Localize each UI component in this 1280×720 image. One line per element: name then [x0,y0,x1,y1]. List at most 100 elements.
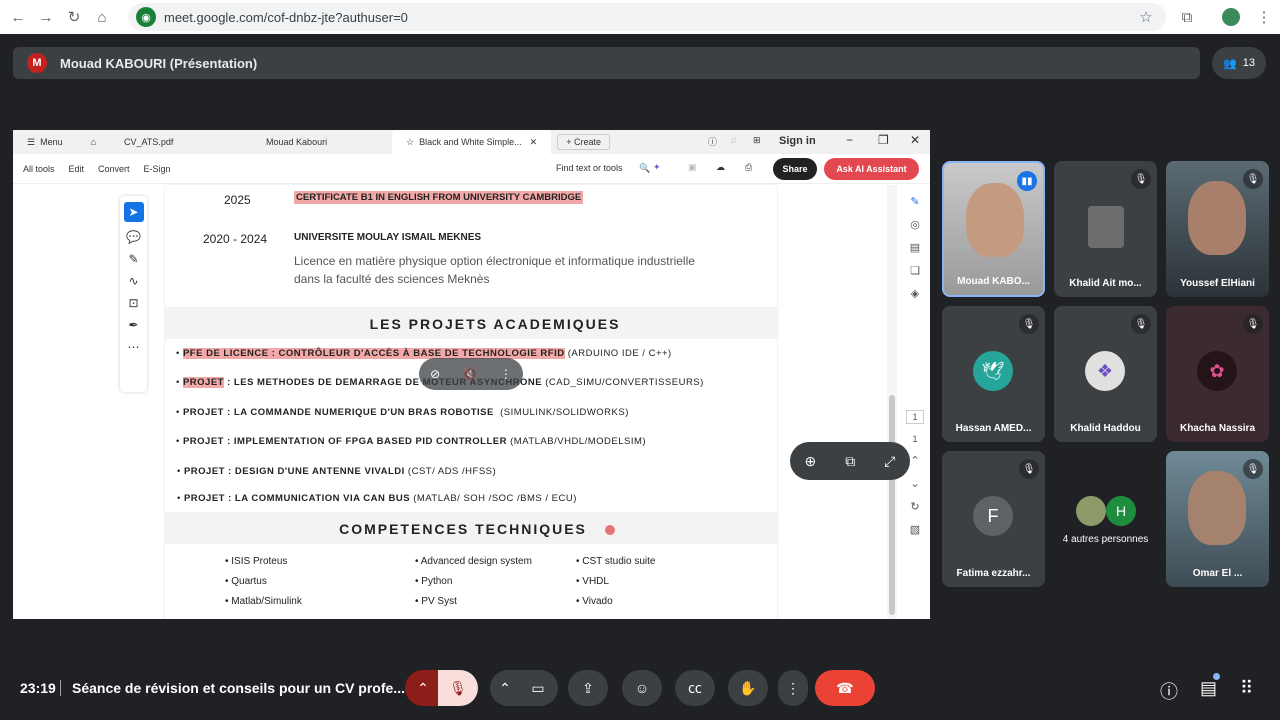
site-info-icon[interactable]: ◉ [136,7,156,27]
chat-notification-dot [1213,673,1220,680]
bookmark-icon[interactable]: ▤ [910,241,920,254]
popout-icon[interactable]: ⧉ [845,453,855,470]
meeting-info-icon[interactable]: ⓘ [1160,678,1178,704]
participant-avatar: 🕊 [973,351,1013,391]
maximize-icon[interactable]: ❐ [878,133,889,147]
forward-icon[interactable]: → [32,3,60,31]
bookmark-star-icon[interactable]: ☆ [1132,3,1160,31]
address-bar[interactable]: ◉ meet.google.com/cof-dnbz-jte?authuser=… [128,3,1166,31]
all-tools-tab[interactable]: All tools [23,164,55,174]
sign-in-link[interactable]: Sign in [779,135,816,147]
audio-options-icon[interactable]: ⌃ [405,670,441,706]
emoji-reaction-button[interactable]: ☺ [622,670,662,706]
bell-icon[interactable]: ♫ [730,135,737,145]
help-icon[interactable]: ⓘ [708,135,717,148]
print-icon[interactable]: ⎙ [745,162,752,173]
project-4-title: PROJET : IMPLEMENTATION OF FPGA BASED PI… [182,436,507,447]
profile-avatar[interactable] [1217,3,1245,31]
esign-tab[interactable]: E-Sign [144,164,171,174]
camera-toggle-button[interactable]: ▭ [518,670,558,706]
pdf-scrollbar[interactable] [887,185,897,619]
pages-icon[interactable]: ❏ [910,264,920,277]
upload-cloud-icon[interactable]: ☁ [716,162,725,173]
comment-rail-icon[interactable]: ◎ [910,218,920,231]
convert-tab[interactable]: Convert [98,164,130,174]
save-icon[interactable]: ▣ [688,162,697,173]
share-button[interactable]: Share [773,158,817,180]
tab-black-white[interactable]: ☆ Black and White Simple... ✕ [392,130,552,154]
minimize-icon[interactable]: − [846,133,853,147]
present-screen-button[interactable]: ⇪ [568,670,608,706]
participant-tile[interactable]: 🕊 🎙 Hassan AMED... [942,306,1045,442]
others-photo-avatar [1076,496,1106,526]
participant-tile[interactable]: 🎙 Omar El ... [1166,451,1269,587]
edit-tab[interactable]: Edit [69,164,85,174]
people-button[interactable]: 👥 13 [1212,47,1266,79]
captions-button[interactable]: ㏄ [675,670,715,706]
stamp-icon[interactable]: ✒ [128,318,138,332]
leave-call-button[interactable]: ☎ [815,670,875,706]
tile-more-icon[interactable]: ⋮ [500,367,512,381]
create-button[interactable]: + Create [557,134,610,150]
tab-cv-ats[interactable]: CV_ATS.pdf [110,130,252,154]
project-item-4: • PROJET : IMPLEMENTATION OF FPGA BASED … [176,436,647,447]
participant-tile[interactable]: 🎙 Youssef ElHiani [1166,161,1269,297]
activities-icon[interactable]: ⠿ [1240,678,1253,699]
ask-ai-assistant-button[interactable]: Ask AI Assistant [824,158,919,180]
select-cursor-icon[interactable]: ➤ [123,202,144,222]
others-tile[interactable]: H 4 autres personnes [1054,451,1157,587]
raise-hand-button[interactable]: ✋ [728,670,768,706]
zoom-magnify-icon[interactable]: ⊕ [805,453,817,470]
participant-tile[interactable]: F 🎙 Fatima ezzahr... [942,451,1045,587]
mute-tile-icon[interactable]: 🔇 [463,367,478,381]
text-select-icon[interactable]: ⊡ [128,296,138,310]
menu-button[interactable]: ☰ Menu [13,130,77,154]
comment-marker-icon[interactable] [605,525,615,535]
reload-icon[interactable]: ↻ [60,3,88,31]
project-item-6: • PROJET : LA COMMUNICATION VIA CAN BUS … [177,493,577,504]
extensions-icon[interactable]: ⧉ [1173,3,1201,31]
scroll-thumb[interactable] [889,395,895,615]
video-options-icon[interactable]: ⌃ [490,670,520,706]
participant-tile[interactable]: ▮▮ Mouad KABO... [942,161,1045,297]
participant-face [1188,471,1246,545]
highlight-pen-icon[interactable]: ✎ [128,252,138,266]
browser-menu-icon[interactable]: ⋮ [1250,3,1278,31]
home-tab-icon[interactable]: ⌂ [77,130,110,154]
doc-info-icon[interactable]: ▧ [910,523,920,536]
skill-item: • Advanced design system [415,556,532,567]
participant-name: Khacha Nassira [1179,423,1256,434]
chat-icon[interactable]: ▤ [1200,678,1217,699]
more-tools-icon[interactable]: ⋯ [128,340,140,354]
tab-mouad-kabouri[interactable]: Mouad Kabouri [252,130,392,154]
mic-off-icon: 🎙 [1019,314,1039,334]
close-tab-icon[interactable]: ✕ [530,137,538,148]
refresh-icon[interactable]: ↻ [910,500,919,513]
home-icon[interactable]: ⌂ [88,3,116,31]
project-3-title: PROJET : LA COMMANDE NUMERIQUE D'UN BRAS… [182,407,494,418]
licence-line-1: Licence en matière physique option élect… [294,254,695,268]
mic-toggle-button[interactable]: 🎙 [438,670,478,706]
apps-grid-icon[interactable]: ⊞ [753,135,761,146]
page-down-icon[interactable]: ⌄ [910,477,919,490]
skill-item: • CST studio suite [576,556,656,567]
comment-icon[interactable]: 💬 [126,230,141,244]
participant-tile[interactable]: ✿ 🎙 Khacha Nassira [1166,306,1269,442]
edit-pdf-icon[interactable]: ✎ [910,195,919,208]
pin-off-icon[interactable]: ⊘ [430,367,440,381]
participant-tile[interactable]: ❖ 🎙 Khalid Haddou [1054,306,1157,442]
layers-icon[interactable]: ◈ [911,287,919,300]
page-up-icon[interactable]: ⌃ [910,454,919,467]
back-icon[interactable]: ← [4,3,32,31]
more-options-button[interactable]: ⋮ [778,670,808,706]
fullscreen-icon[interactable]: ⤢ [884,453,895,470]
star-icon: ☆ [406,136,415,147]
window-close-icon[interactable]: ✕ [910,133,920,147]
participant-avatar: ❖ [1085,351,1125,391]
current-page-number[interactable]: 1 [906,410,924,424]
tab-black-white-label: Black and White Simple... [419,137,522,147]
participant-tile[interactable]: 🎙 Khalid Ait mo... [1054,161,1157,297]
generative-icon[interactable]: ✦ [653,162,661,173]
find-tools-search[interactable]: Find text or tools 🔍 [556,163,664,174]
draw-freehand-icon[interactable]: ∿ [128,274,138,288]
